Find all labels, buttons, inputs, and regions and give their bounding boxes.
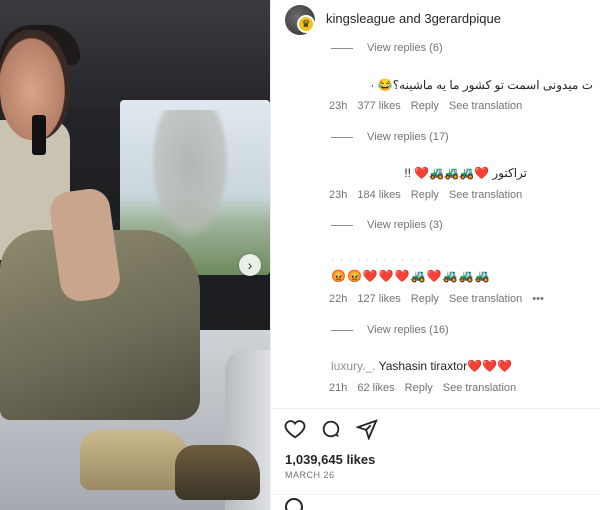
author-link-1[interactable]: kingsleague xyxy=(326,11,395,26)
comment-line: luxury._. Yashasin tiraxtor❤️❤️❤️ xyxy=(331,359,512,373)
post-authors: kingsleague and 3gerardpique xyxy=(326,11,501,26)
view-replies-button[interactable]: View replies (16) xyxy=(331,324,449,336)
post-like-count[interactable]: 1,039,645 likes xyxy=(285,452,375,467)
comment-emoji-text: 😡😡❤️❤️❤️🚜❤️🚜🚜🚜 xyxy=(331,269,491,283)
comment-meta: 23h 184 likes Reply See translation xyxy=(329,189,522,201)
comment-time: 21h xyxy=(329,382,348,394)
author-conjunction: and xyxy=(399,11,421,26)
comment-meta: 21h 62 likes Reply See translation xyxy=(329,382,516,394)
reply-thread-line xyxy=(331,47,353,49)
comment-icon[interactable] xyxy=(319,417,343,441)
post-header: ♛ kingsleague and 3gerardpique xyxy=(271,0,600,36)
view-replies-label: View replies (6) xyxy=(367,42,443,54)
reply-thread-line xyxy=(331,224,353,226)
chevron-right-icon: › xyxy=(247,257,253,273)
reply-thread-line xyxy=(331,136,353,138)
view-replies-label: View replies (3) xyxy=(367,219,443,231)
sneaker-right xyxy=(175,445,260,500)
post-side-panel: ♛ kingsleague and 3gerardpique View repl… xyxy=(270,0,600,510)
sneaker-left xyxy=(80,430,190,490)
view-replies-button[interactable]: View replies (6) xyxy=(331,42,443,54)
comment-likes[interactable]: 377 likes xyxy=(357,100,400,112)
comment-text: ت میدونی اسمت تو کشور ما یه ماشینه؟😂 · xyxy=(370,78,594,92)
next-image-button[interactable]: › xyxy=(239,254,261,276)
comment-time: 22h xyxy=(329,293,348,305)
see-translation-button[interactable]: See translation xyxy=(443,382,516,394)
heart-icon[interactable] xyxy=(283,417,307,441)
phone xyxy=(32,115,46,155)
comment-meta: 23h 377 likes Reply See translation xyxy=(329,100,522,112)
post-actions xyxy=(271,408,600,448)
comment-text: Yashasin tiraxtor❤️❤️❤️ xyxy=(378,359,512,373)
comment-time: 23h xyxy=(329,189,348,201)
see-translation-button[interactable]: See translation xyxy=(449,293,522,305)
crown-icon: ♛ xyxy=(301,18,311,30)
post-date: MARCH 26 xyxy=(285,470,335,480)
author-link-2[interactable]: 3gerardpique xyxy=(424,11,501,26)
emoji-icon[interactable] xyxy=(285,498,303,510)
reply-button[interactable]: Reply xyxy=(411,189,439,201)
comment-username[interactable]: luxury._. xyxy=(331,359,375,373)
more-options-icon[interactable]: ••• xyxy=(532,293,544,305)
post-photo: › xyxy=(0,0,270,510)
see-translation-button[interactable]: See translation xyxy=(449,189,522,201)
reply-button[interactable]: Reply xyxy=(411,293,439,305)
view-replies-button[interactable]: View replies (3) xyxy=(331,219,443,231)
comment-meta: 22h 127 likes Reply See translation ••• xyxy=(329,293,544,305)
comment-time: 23h xyxy=(329,100,348,112)
comment-likes[interactable]: 127 likes xyxy=(357,293,400,305)
reply-button[interactable]: Reply xyxy=(411,100,439,112)
view-replies-label: View replies (16) xyxy=(367,324,449,336)
view-replies-button[interactable]: View replies (17) xyxy=(331,131,449,143)
comments-list[interactable]: View replies (6) ت میدونی اسمت تو کشور م… xyxy=(271,36,600,406)
reply-button[interactable]: Reply xyxy=(405,382,433,394)
secondary-avatar[interactable]: ♛ xyxy=(297,15,315,33)
comment-likes[interactable]: 184 likes xyxy=(357,189,400,201)
comment-text: تراکتور ❤️🚜🚜🚜❤️ !! xyxy=(404,166,527,180)
share-icon[interactable] xyxy=(355,417,379,441)
background-tree xyxy=(150,110,230,240)
comment-faded-text: · · · · · · · · · · · · xyxy=(331,254,432,266)
comment-likes[interactable]: 62 likes xyxy=(357,382,394,394)
see-translation-button[interactable]: See translation xyxy=(449,100,522,112)
reply-thread-line xyxy=(331,329,353,331)
view-replies-label: View replies (17) xyxy=(367,131,449,143)
add-comment-bar xyxy=(271,494,600,510)
